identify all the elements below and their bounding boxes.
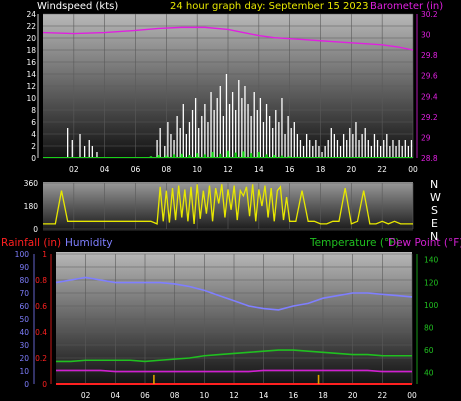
humidity-y-tick-label: 70 bbox=[19, 289, 29, 298]
wind-x-tick-label: 06 bbox=[131, 165, 141, 174]
wind-y-tick-label: 18 bbox=[26, 46, 36, 55]
barometer-y-tick-label: 29.6 bbox=[421, 72, 438, 81]
temp-x-tick-label: 04 bbox=[111, 391, 121, 400]
barometer-y-tick-label: 29.4 bbox=[421, 92, 438, 101]
barometer-y-tick-label: 29.8 bbox=[421, 51, 438, 60]
direction-y-tick-label: 180 bbox=[24, 202, 39, 211]
temp-x-tick-label: 20 bbox=[348, 391, 358, 400]
rainfall-y-tick-label: 0.4 bbox=[35, 328, 47, 337]
wind-x-tick-label: 00 bbox=[408, 165, 418, 174]
compass-n-top: N bbox=[430, 178, 438, 191]
weather-24h-chart: 02468101214161820222402 04 06 08 10 12 14 16 18 2… bbox=[1, 1, 461, 400]
wind-x-tick-label: 22 bbox=[377, 165, 387, 174]
temperature-y-tick-label: 120 bbox=[424, 278, 439, 287]
wind-y-tick-label: 6 bbox=[31, 118, 36, 127]
legend-temperature: Temperature (°F) bbox=[309, 237, 399, 249]
direction-y-tick-label: 360 bbox=[24, 179, 39, 188]
direction-y-tick-label: 0 bbox=[33, 225, 38, 234]
compass-e: E bbox=[431, 217, 438, 230]
wind-y-tick-label: 20 bbox=[26, 34, 36, 43]
compass-n-bottom: N bbox=[430, 230, 438, 243]
temp-x-tick-label: 00 bbox=[407, 391, 417, 400]
wind-x-tick-label: 04 bbox=[100, 165, 110, 174]
humidity-y-tick-label: 10 bbox=[19, 367, 29, 376]
humidity-y-tick-label: 30 bbox=[19, 341, 29, 350]
temperature-y-tick-label: 40 bbox=[424, 369, 434, 378]
wind-y-tick-label: 4 bbox=[31, 130, 36, 139]
compass-s: S bbox=[431, 204, 438, 217]
rainfall-y-tick-label: 0.6 bbox=[35, 302, 47, 311]
chart-title: 24 hour graph day: September 15 2023 bbox=[170, 1, 368, 12]
wind-y-tick-label: 24 bbox=[26, 10, 36, 19]
wind-y-tick-label: 16 bbox=[26, 58, 36, 67]
temp-x-tick-label: 12 bbox=[229, 391, 239, 400]
wind-y-tick-label: 10 bbox=[26, 94, 36, 103]
temp-x-tick-label: 18 bbox=[318, 391, 328, 400]
temp-x-tick-label: 22 bbox=[378, 391, 388, 400]
wind-y-tick-label: 2 bbox=[31, 142, 36, 151]
rainfall-y-tick-label: 0.2 bbox=[35, 354, 47, 363]
wind-y-tick-label: 8 bbox=[31, 106, 36, 115]
temperature-y-tick-label: 60 bbox=[424, 346, 434, 355]
temp-x-tick-label: 06 bbox=[140, 391, 150, 400]
rainfall-y-tick-label: 1 bbox=[42, 250, 47, 259]
humidity-y-tick-label: 60 bbox=[19, 302, 29, 311]
temp-x-tick-label: 16 bbox=[289, 391, 299, 400]
temp-x-tick-label: 10 bbox=[200, 391, 210, 400]
legend-humidity: Humidity bbox=[65, 237, 113, 249]
legend-rainfall: Rainfall (in) bbox=[1, 237, 61, 249]
wind-x-tick-label: 16 bbox=[285, 165, 295, 174]
humidity-y-tick-label: 50 bbox=[19, 315, 29, 324]
temp-x-tick-label: 02 bbox=[81, 391, 91, 400]
wind-x-tick-label: 02 bbox=[69, 165, 79, 174]
temperature-y-tick-label: 140 bbox=[424, 256, 439, 265]
wind-y-tick-label: 22 bbox=[26, 22, 36, 31]
wind-axis-title: Windspeed (kts) bbox=[37, 1, 118, 12]
wind-y-tick-label: 12 bbox=[26, 82, 36, 91]
humidity-y-tick-label: 90 bbox=[19, 263, 29, 272]
barometer-axis-title: Barometer (in) bbox=[370, 1, 443, 12]
humidity-y-tick-label: 20 bbox=[19, 354, 29, 363]
humidity-y-tick-label: 100 bbox=[15, 250, 30, 259]
wind-x-tick-label: 20 bbox=[347, 165, 357, 174]
wind-x-tick-label: 10 bbox=[192, 165, 202, 174]
humidity-y-tick-label: 40 bbox=[19, 328, 29, 337]
rainfall-y-tick-label: 0 bbox=[42, 380, 47, 389]
temperature-y-tick-label: 100 bbox=[424, 301, 439, 310]
barometer-y-tick-label: 30 bbox=[421, 31, 431, 40]
temp-x-tick-label: 08 bbox=[170, 391, 180, 400]
temp-x-tick-label: 14 bbox=[259, 391, 269, 400]
wind-x-tick-label: 18 bbox=[316, 165, 326, 174]
barometer-y-tick-label: 28.8 bbox=[421, 154, 438, 163]
humidity-y-tick-label: 80 bbox=[19, 276, 29, 285]
barometer-y-tick-label: 29.2 bbox=[421, 113, 438, 122]
wind-x-tick-label: 08 bbox=[162, 165, 172, 174]
humidity-y-tick-label: 0 bbox=[24, 380, 29, 389]
rainfall-y-tick-label: 0.8 bbox=[35, 276, 47, 285]
wind-x-tick-label: 12 bbox=[223, 165, 233, 174]
legend-dewpoint: Dew Point (°F) bbox=[388, 237, 461, 249]
wind-y-tick-label: 14 bbox=[26, 70, 36, 79]
compass-w: W bbox=[430, 191, 441, 204]
temperature-y-tick-label: 80 bbox=[424, 323, 434, 332]
barometer-y-tick-label: 29 bbox=[421, 133, 431, 142]
wind-y-tick-label: 0 bbox=[31, 154, 36, 163]
wind-x-tick-label: 14 bbox=[254, 165, 264, 174]
